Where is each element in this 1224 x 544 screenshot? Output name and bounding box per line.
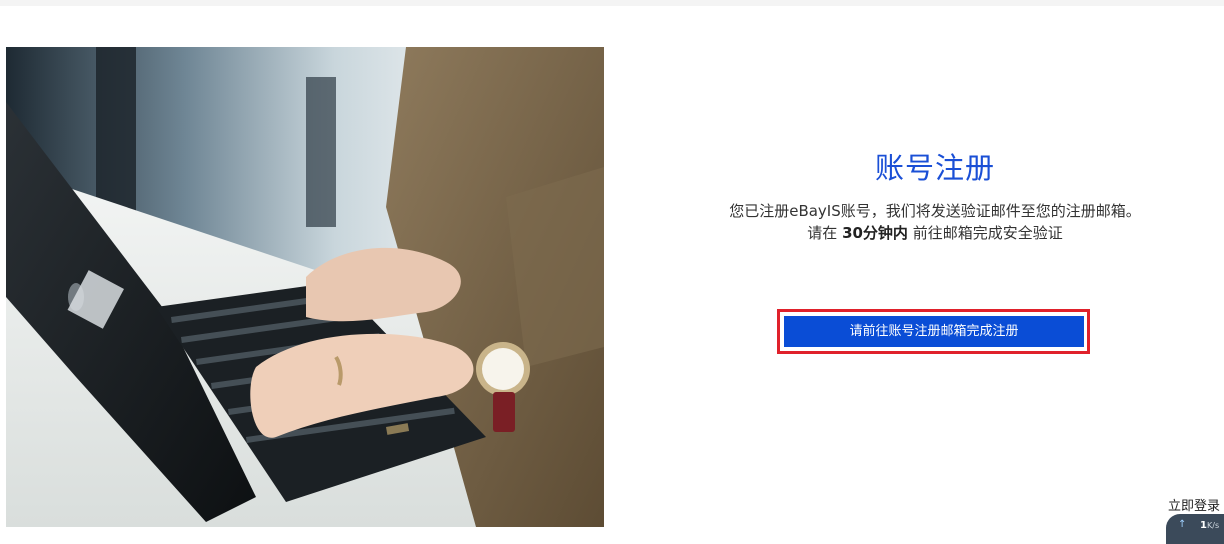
description-line-2: 请在 30分钟内 前往邮箱完成安全验证: [650, 222, 1220, 244]
description-line-2-prefix: 请在: [807, 224, 843, 242]
speed-value: 1: [1200, 520, 1207, 531]
laptop-typing-photo-icon: [6, 47, 604, 527]
go-to-email-button[interactable]: 请前往账号注册邮箱完成注册: [784, 316, 1084, 347]
cta-highlight-frame: 请前往账号注册邮箱完成注册: [777, 309, 1090, 354]
up-arrow-icon: ↑: [1178, 519, 1187, 530]
register-panel: 账号注册 您已注册eBayIS账号，我们将发送验证邮件至您的注册邮箱。 请在 3…: [650, 140, 1220, 244]
description-line-1: 您已注册eBayIS账号，我们将发送验证邮件至您的注册邮箱。: [729, 202, 1141, 220]
network-speed-widget: ↑ 1 K/s: [1166, 514, 1224, 544]
time-limit-text: 30分钟内: [842, 224, 908, 242]
description-line-2-suffix: 前往邮箱完成安全验证: [907, 224, 1063, 242]
hero-image: [6, 47, 604, 527]
speed-unit: K/s: [1207, 521, 1220, 530]
page-title: 账号注册: [874, 151, 995, 185]
login-link[interactable]: 立即登录: [1168, 495, 1220, 514]
top-bar: [0, 0, 1224, 6]
